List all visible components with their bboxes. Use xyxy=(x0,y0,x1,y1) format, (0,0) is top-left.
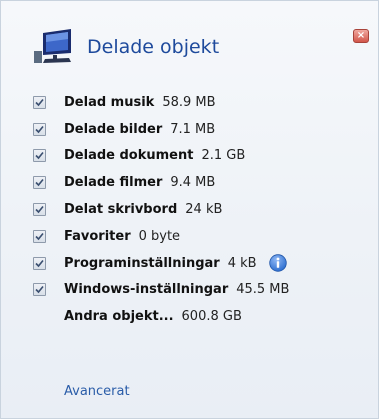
checkmark-icon xyxy=(35,206,44,214)
item-size: 2.1 GB xyxy=(201,148,246,164)
list-item: Delade dokument 2.1 GB xyxy=(33,143,289,170)
panel-title: Delade objekt xyxy=(87,36,220,58)
checkmark-icon xyxy=(35,232,44,241)
list-item: Delat skrivbord 24 kB xyxy=(33,196,289,223)
item-label: Andra objekt... xyxy=(64,309,174,325)
advanced-link[interactable]: Avancerat xyxy=(64,384,130,399)
checkmark-icon xyxy=(35,152,44,160)
checkbox-delade-bilder[interactable] xyxy=(33,122,46,136)
list-item: Andra objekt... 600.8 GB xyxy=(33,303,289,330)
item-label: Favoriter xyxy=(64,228,131,244)
list-item: Delade filmer 9.4 MB xyxy=(33,169,289,196)
info-icon[interactable] xyxy=(268,254,287,272)
item-label: Delade dokument xyxy=(64,148,194,164)
shared-items-list: Delad musik 58.9 MB Delade bilder 7.1 MB… xyxy=(33,89,289,330)
item-size: 9.4 MB xyxy=(170,175,216,191)
item-size: 4 kB xyxy=(227,255,257,271)
item-size: 24 kB xyxy=(185,202,223,218)
item-label: Windows-inställningar xyxy=(64,282,229,298)
computer-icon xyxy=(34,29,71,63)
close-button[interactable]: × xyxy=(353,29,369,43)
checkbox-delade-dokument[interactable] xyxy=(33,149,46,163)
item-size: 0 byte xyxy=(138,228,181,244)
list-item: Programinställningar 4 kB xyxy=(33,250,289,277)
item-size: 45.5 MB xyxy=(236,282,290,298)
close-icon: × xyxy=(356,30,366,41)
item-size: 600.8 GB xyxy=(181,309,242,325)
checkmark-icon xyxy=(35,98,44,107)
list-item: Windows-inställningar 45.5 MB xyxy=(33,277,289,304)
checkbox-delade-filmer[interactable] xyxy=(33,176,46,190)
shared-items-panel: Delade objekt × Delad musik 58.9 MB Dela… xyxy=(0,0,379,419)
list-item: Delade bilder 7.1 MB xyxy=(33,116,289,143)
checkmark-icon xyxy=(35,259,44,267)
item-label: Delat skrivbord xyxy=(64,202,178,218)
checkbox-delat-skrivbord[interactable] xyxy=(33,203,46,217)
checkbox-programinstallningar[interactable] xyxy=(33,256,46,270)
checkbox-delad-musik[interactable] xyxy=(33,95,46,109)
item-label: Delad musik xyxy=(64,94,155,110)
checkmark-icon xyxy=(35,125,44,133)
item-size: 7.1 MB xyxy=(170,121,216,137)
panel-header: Delade objekt xyxy=(31,29,219,65)
checkmark-icon xyxy=(35,286,44,294)
list-item: Favoriter 0 byte xyxy=(33,223,289,250)
checkbox-favoriter[interactable] xyxy=(33,229,46,243)
item-size: 58.9 MB xyxy=(162,94,216,110)
item-label: Delade bilder xyxy=(64,121,163,137)
checkmark-icon xyxy=(35,179,44,187)
list-item: Delad musik 58.9 MB xyxy=(33,89,289,116)
item-label: Programinställningar xyxy=(64,255,220,271)
item-label: Delade filmer xyxy=(64,175,163,191)
checkbox-windows-installningar[interactable] xyxy=(33,283,46,297)
